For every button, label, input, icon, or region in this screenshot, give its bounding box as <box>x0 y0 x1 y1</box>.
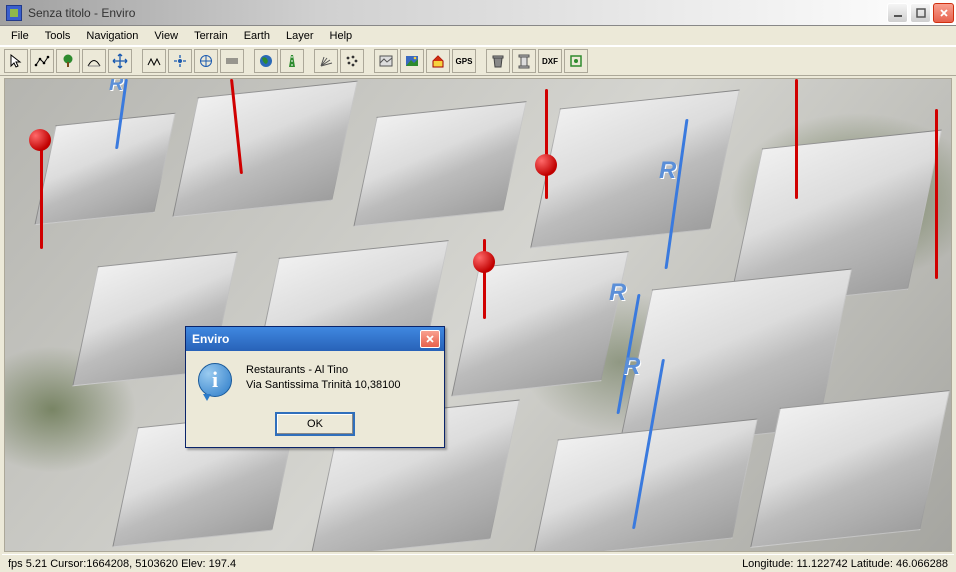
dialog-titlebar[interactable]: Enviro <box>186 327 444 351</box>
layers-line-icon[interactable] <box>220 49 244 73</box>
maximize-button[interactable] <box>910 3 931 23</box>
column-icon[interactable] <box>512 49 536 73</box>
close-button[interactable] <box>933 3 954 23</box>
marker-r-label: R <box>609 279 626 307</box>
pointer-icon[interactable] <box>4 49 28 73</box>
dxf-icon[interactable]: DXF <box>538 49 562 73</box>
info-icon: i <box>198 363 232 397</box>
marker-sphere-red[interactable] <box>29 129 51 151</box>
status-right: Longitude: 11.122742 Latitude: 46.066288 <box>742 558 948 570</box>
marker-pole-red[interactable] <box>795 79 798 199</box>
toolbar: GPS DXF <box>0 46 956 76</box>
dialog-line2: Via Santissima Trinità 10,38100 <box>246 378 401 393</box>
house-icon[interactable] <box>426 49 450 73</box>
repeat-icon[interactable] <box>142 49 166 73</box>
info-dialog: Enviro i Restaurants - Al Tino Via Santi… <box>185 326 445 448</box>
move-icon[interactable] <box>108 49 132 73</box>
menu-navigation[interactable]: Navigation <box>79 28 145 44</box>
target-box-icon[interactable] <box>564 49 588 73</box>
marker-r-label: R <box>623 353 640 381</box>
trash-icon[interactable] <box>486 49 510 73</box>
path-icon[interactable] <box>82 49 106 73</box>
menu-file[interactable]: File <box>4 28 36 44</box>
dots-grid-icon[interactable] <box>340 49 364 73</box>
menu-tools[interactable]: Tools <box>38 28 78 44</box>
viewport-3d[interactable]: R R R R <box>4 78 952 552</box>
menu-view[interactable]: View <box>147 28 185 44</box>
window-controls <box>887 3 954 23</box>
menu-help[interactable]: Help <box>323 28 360 44</box>
dialog-line1: Restaurants - Al Tino <box>246 363 401 378</box>
tree-icon[interactable] <box>56 49 80 73</box>
fence-icon[interactable] <box>30 49 54 73</box>
road-icon[interactable] <box>280 49 304 73</box>
marker-pole-red[interactable] <box>545 89 548 199</box>
window-title: Senza titolo - Enviro <box>26 6 887 20</box>
four-arrows-icon[interactable] <box>168 49 192 73</box>
fan-rays-icon[interactable] <box>314 49 338 73</box>
picture-color-icon[interactable] <box>400 49 424 73</box>
window-titlebar: Senza titolo - Enviro <box>0 0 956 26</box>
menu-terrain[interactable]: Terrain <box>187 28 235 44</box>
marker-r-label: R <box>109 78 123 96</box>
app-icon <box>6 5 22 21</box>
picture-flat-icon[interactable] <box>374 49 398 73</box>
menu-layer[interactable]: Layer <box>279 28 321 44</box>
marker-sphere-red[interactable] <box>473 251 495 273</box>
compass-icon[interactable] <box>194 49 218 73</box>
dialog-message: Restaurants - Al Tino Via Santissima Tri… <box>246 363 401 393</box>
dialog-title-text: Enviro <box>190 332 420 346</box>
status-left: fps 5.21 Cursor:1664208, 5103620 Elev: 1… <box>8 558 236 570</box>
status-bar: fps 5.21 Cursor:1664208, 5103620 Elev: 1… <box>2 554 954 572</box>
marker-pole-red[interactable] <box>40 139 43 249</box>
marker-sphere-red[interactable] <box>535 154 557 176</box>
marker-r-label: R <box>659 157 676 185</box>
marker-pole-red[interactable] <box>935 109 938 279</box>
ok-button[interactable]: OK <box>276 413 354 435</box>
menu-bar: File Tools Navigation View Terrain Earth… <box>0 26 956 46</box>
minimize-button[interactable] <box>887 3 908 23</box>
gps-icon[interactable]: GPS <box>452 49 476 73</box>
globe-icon[interactable] <box>254 49 278 73</box>
dialog-close-button[interactable] <box>420 330 440 348</box>
menu-earth[interactable]: Earth <box>237 28 277 44</box>
